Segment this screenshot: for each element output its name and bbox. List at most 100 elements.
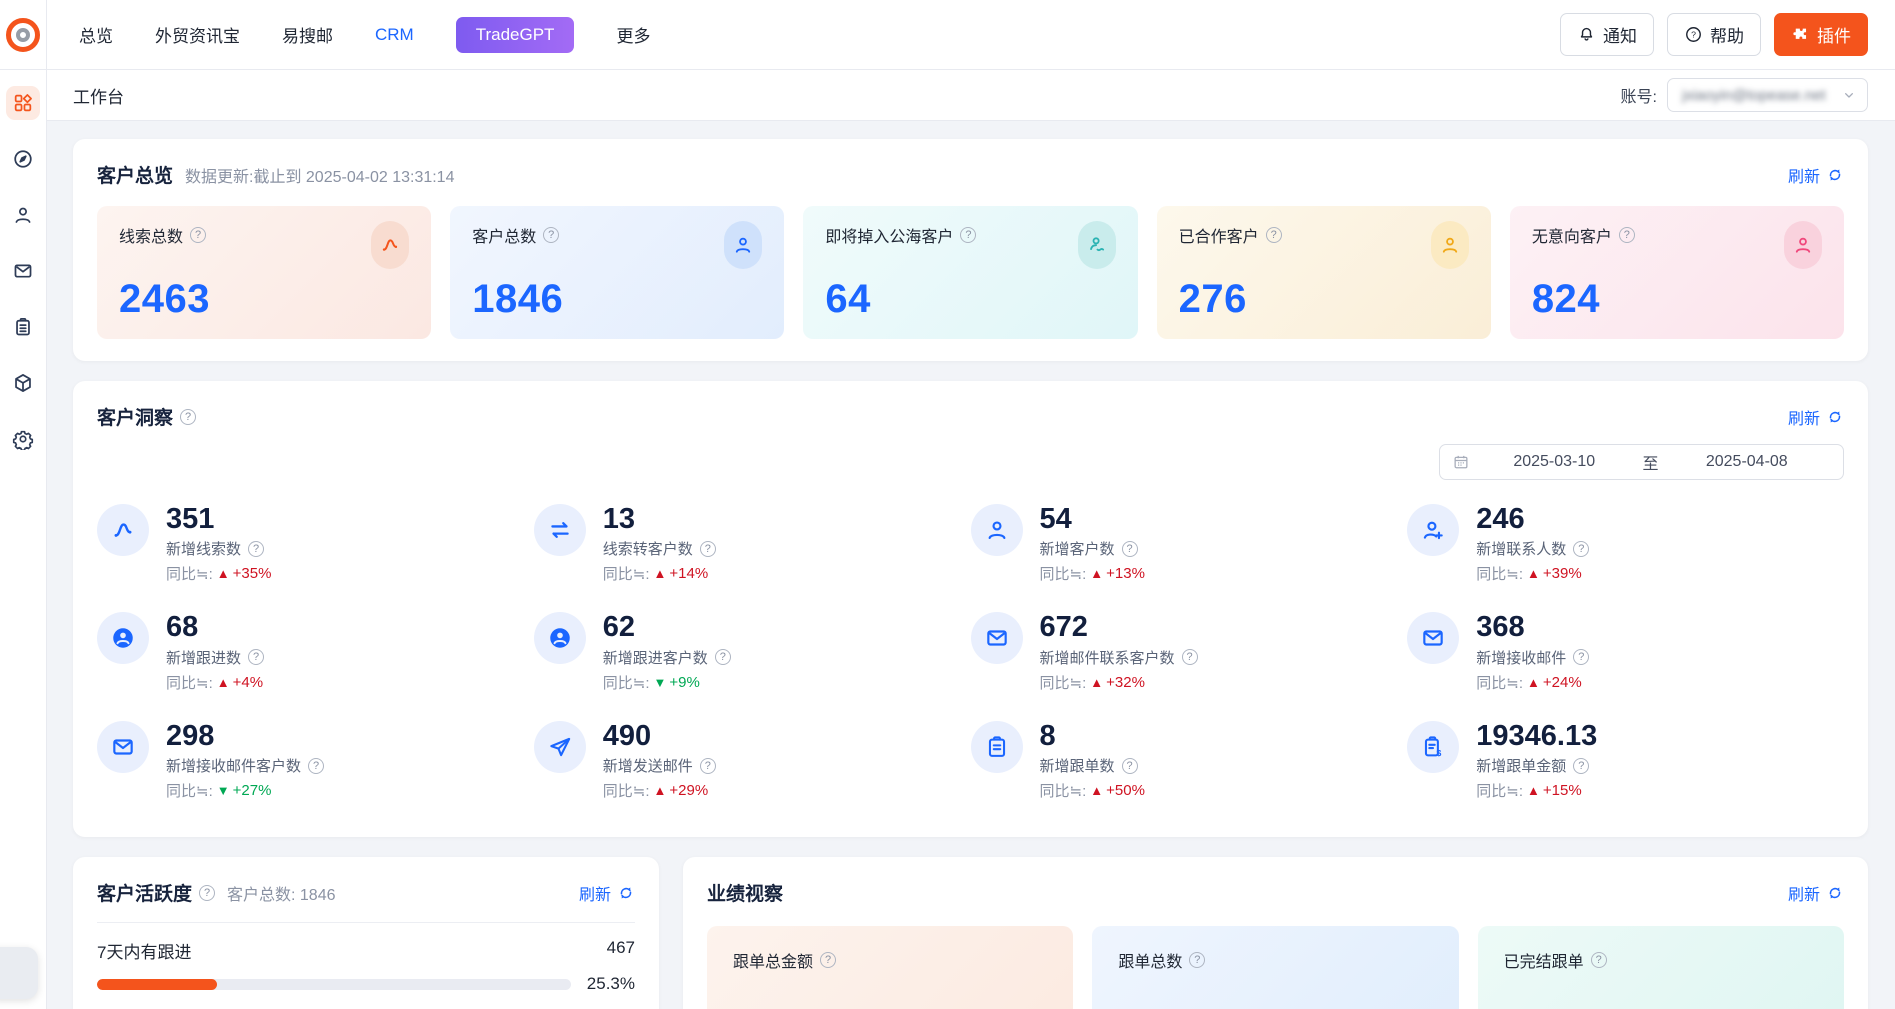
activity-row-value: 467	[607, 938, 635, 963]
sidebar-item-settings[interactable]	[6, 422, 40, 456]
notifications-label: 通知	[1603, 22, 1637, 47]
activity-title: 客户活跃度	[97, 879, 192, 906]
perf-label: 已完结跟单	[1504, 948, 1584, 972]
trend-badge: ▲+50%	[1090, 782, 1145, 799]
refresh-label: 刷新	[1788, 405, 1820, 429]
help-icon[interactable]	[190, 227, 206, 243]
perf-card-total-amount[interactable]: 跟单总金额 $59201.25	[707, 926, 1073, 1009]
help-icon[interactable]	[1619, 227, 1635, 243]
trend-arrow: ▲	[1527, 783, 1540, 798]
help-button[interactable]: ? 帮助	[1667, 13, 1761, 56]
progress-track	[97, 979, 571, 990]
help-icon[interactable]	[1573, 758, 1589, 774]
activity-row-percent: 25.3%	[571, 974, 635, 994]
stat-card-cooperating[interactable]: 已合作客户 276	[1157, 206, 1491, 339]
refresh-label: 刷新	[579, 881, 611, 905]
help-icon[interactable]	[1266, 227, 1282, 243]
help-icon[interactable]	[1182, 649, 1198, 665]
nav-item-more[interactable]: 更多	[616, 22, 650, 47]
help-icon[interactable]	[960, 227, 976, 243]
date-separator: 至	[1639, 450, 1663, 474]
metric-received-email-customers: 298 新增接收邮件客户数 同比≒:▼+27%	[97, 707, 534, 815]
help-icon[interactable]	[1591, 952, 1607, 968]
app-logo-icon[interactable]	[6, 18, 40, 52]
question-circle-icon: ?	[1684, 25, 1703, 44]
plugin-label: 插件	[1817, 22, 1851, 47]
metric-email-contacted-customers: 672 新增邮件联系客户数 同比≒:▲+32%	[971, 598, 1408, 706]
nav-item-easy-mail[interactable]: 易搜邮	[282, 22, 333, 47]
trend-arrow: ▼	[217, 783, 230, 798]
user-add-icon	[1407, 504, 1459, 556]
activity-row-7days: 7天内有跟进 467 25.3%	[97, 923, 635, 1009]
metric-sent-emails: 490 新增发送邮件 同比≒:▲+29%	[534, 707, 971, 815]
route-icon	[371, 221, 409, 269]
stat-card-leads[interactable]: 线索总数 2463	[97, 206, 431, 339]
plugin-button[interactable]: 插件	[1774, 13, 1868, 56]
perf-card-total-orders[interactable]: 跟单总数 52	[1092, 926, 1458, 1009]
stat-card-customers[interactable]: 客户总数 1846	[450, 206, 784, 339]
help-icon[interactable]	[308, 758, 324, 774]
nav-item-overview[interactable]: 总览	[79, 22, 113, 47]
metric-new-contacts: 246 新增联系人数 同比≒:▲+39%	[1407, 490, 1844, 598]
help-icon[interactable]	[248, 649, 264, 665]
metric-followed-customers: 62 新增跟进客户数 同比≒:▼+9%	[534, 598, 971, 706]
help-icon[interactable]	[700, 758, 716, 774]
perf-value: 36	[1504, 1002, 1818, 1009]
nav-item-trade-info[interactable]: 外贸资讯宝	[155, 22, 240, 47]
sidebar-item-discover[interactable]	[6, 142, 40, 176]
help-icon[interactable]	[180, 409, 196, 425]
sidebar-item-orders[interactable]	[6, 310, 40, 344]
sidebar-item-customers[interactable]	[6, 198, 40, 232]
apps-icon	[12, 92, 34, 114]
trend-badge: ▲+39%	[1527, 565, 1582, 582]
help-icon[interactable]	[1189, 952, 1205, 968]
stat-card-no-intent[interactable]: 无意向客户 824	[1510, 206, 1844, 339]
sidebar-item-mail[interactable]	[6, 254, 40, 288]
overview-refresh-button[interactable]: 刷新	[1788, 163, 1844, 187]
compare-label: 同比≒:	[1040, 780, 1087, 801]
trend-badge: ▲+35%	[217, 565, 272, 582]
trend-change: +27%	[233, 782, 272, 799]
trend-badge: ▲+13%	[1090, 565, 1145, 582]
sidebar-item-dashboard[interactable]	[6, 86, 40, 120]
help-icon[interactable]	[543, 227, 559, 243]
help-icon[interactable]	[248, 541, 264, 557]
help-icon[interactable]	[1122, 541, 1138, 557]
notifications-button[interactable]: 通知	[1560, 13, 1654, 56]
chat-widget[interactable]	[0, 947, 38, 999]
date-range-picker[interactable]: 2025-03-10 至 2025-04-08	[1439, 444, 1844, 480]
account-select[interactable]: jxiaoyin@topease.net	[1667, 78, 1868, 112]
help-icon[interactable]	[199, 885, 215, 901]
activity-refresh-button[interactable]: 刷新	[579, 881, 635, 905]
metric-order-amount: $ 19346.13 新增跟单金额 同比≒:▲+15%	[1407, 707, 1844, 815]
nav-item-crm[interactable]: CRM	[375, 25, 414, 45]
help-icon[interactable]	[1122, 758, 1138, 774]
trend-arrow: ▲	[1527, 675, 1540, 690]
nav-item-tradegpt[interactable]: TradeGPT	[456, 17, 575, 53]
help-icon[interactable]	[820, 952, 836, 968]
metric-label: 新增线索数	[166, 538, 241, 559]
app-logo-inner	[16, 28, 30, 42]
stat-card-public-pool[interactable]: 即将掉入公海客户 64	[803, 206, 1137, 339]
date-start-input[interactable]: 2025-03-10	[1470, 453, 1639, 471]
trend-change: +35%	[233, 565, 272, 582]
help-icon[interactable]	[700, 541, 716, 557]
mail-icon	[12, 260, 34, 282]
compare-label: 同比≒:	[1476, 672, 1523, 693]
trend-change: +24%	[1543, 674, 1582, 691]
compare-label: 同比≒:	[603, 563, 650, 584]
help-icon[interactable]	[1573, 649, 1589, 665]
sidebar-item-products[interactable]	[6, 366, 40, 400]
help-icon[interactable]	[715, 649, 731, 665]
perf-card-completed-orders[interactable]: 已完结跟单 36	[1478, 926, 1844, 1009]
insight-refresh-button[interactable]: 刷新	[1788, 405, 1844, 429]
dashboard-content: 客户总览 数据更新:截止到 2025-04-02 13:31:14 刷新 线索总…	[47, 121, 1895, 1009]
mail-icon	[971, 612, 1023, 664]
help-icon[interactable]	[1573, 541, 1589, 557]
performance-refresh-button[interactable]: 刷新	[1788, 881, 1844, 905]
date-end-input[interactable]: 2025-04-08	[1663, 453, 1832, 471]
metric-new-customers: 54 新增客户数 同比≒:▲+13%	[971, 490, 1408, 598]
metric-received-emails: 368 新增接收邮件 同比≒:▲+24%	[1407, 598, 1844, 706]
metric-new-orders: 8 新增跟单数 同比≒:▲+50%	[971, 707, 1408, 815]
perf-label: 跟单总金额	[733, 948, 813, 972]
